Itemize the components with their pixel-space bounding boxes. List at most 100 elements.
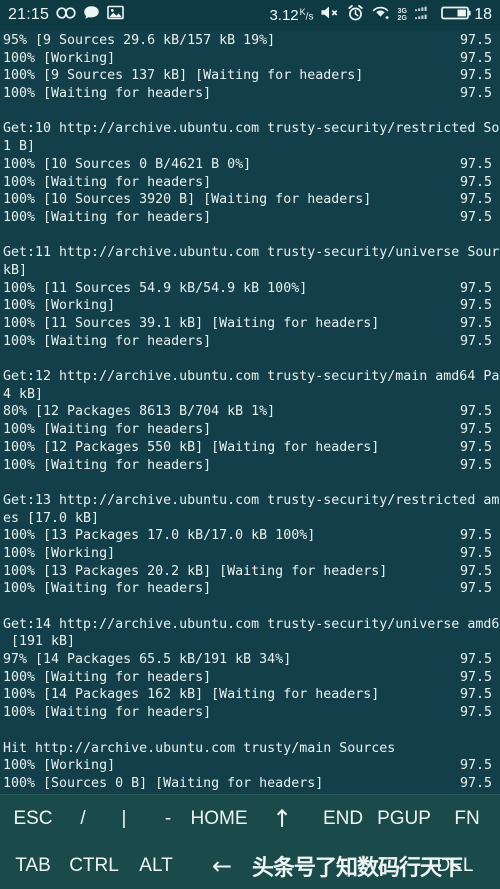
key-ctrl[interactable]: CTRL [69, 855, 119, 877]
terminal-line: [191 kB] [3, 633, 496, 651]
terminal-line-right-value: 97.5 [459, 457, 492, 473]
key-arrow-left[interactable]: ← [212, 852, 232, 880]
network-speed-unit-numerator: K [299, 7, 306, 18]
key-esc[interactable]: ESC [13, 808, 52, 830]
terminal-line-right-value: 97.5 [459, 669, 492, 685]
terminal-line: 100% [13 Packages 17.0 kB/17.0 kB 100%] 9… [3, 527, 496, 545]
network-speed-unit-denominator: s [308, 11, 314, 23]
terminal-line-text: es [17.0 kB] [3, 510, 100, 526]
terminal-line: Get:11 http://archive.ubuntu.com trusty-… [3, 244, 500, 262]
wifi-icon [371, 5, 390, 25]
terminal-line: 100% [Waiting for headers] 97.5 [3, 669, 496, 687]
chat-bubble-icon [83, 5, 100, 25]
virtual-keyboard-bar: ESC / | - HOME ↑ END PGUP FN 头条号了知数码行天下 TAB CTRL A… [0, 794, 500, 889]
terminal-line: 100% [Waiting for headers] 97.5 [3, 333, 496, 351]
terminal-line: 100% [Working] 97.5 [3, 757, 496, 775]
terminal-line: 100% [Waiting for headers] 97.5 [3, 85, 496, 103]
terminal-line-text: 100% [Waiting for headers] [3, 174, 212, 190]
terminal-line: Get:10 http://archive.ubuntu.com trusty-… [3, 120, 500, 138]
network-speed: 3.12 K/s [269, 7, 313, 24]
terminal-line: Get:13 http://archive.ubuntu.com trusty-… [3, 492, 500, 510]
watermark-text: 头条号了知数码行天下 [252, 855, 463, 881]
terminal-line-text: 100% [9 Sources 137 kB] [Waiting for hea… [3, 68, 364, 84]
terminal-line: 100% [9 Sources 137 kB] [Waiting for hea… [3, 67, 496, 85]
terminal-line: 100% [Waiting for headers] 97.5 [3, 421, 496, 439]
key-home[interactable]: HOME [191, 808, 248, 830]
terminal-line-text: 100% [Waiting for headers] [3, 669, 212, 685]
terminal-line: 100% [11 Sources 54.9 kB/54.9 kB 100%] 97… [3, 280, 496, 298]
terminal-line-right-value: 97.5 [459, 68, 492, 84]
terminal-line-right-value: 97.5 [459, 86, 492, 102]
terminal-line-right-value: 97.5 [459, 404, 492, 420]
terminal-line-text: Get:11 http://archive.ubuntu.com trusty-… [3, 245, 500, 261]
terminal-line: Get:14 http://archive.ubuntu.com trusty-… [3, 616, 500, 634]
terminal-line-text: 100% [Working] [3, 545, 116, 561]
terminal-line-text: 100% [Waiting for headers] [3, 422, 212, 438]
key-del[interactable]: DEL [437, 855, 474, 877]
key-fn[interactable]: FN [454, 808, 479, 830]
terminal-line-text: 1 B] [3, 139, 36, 155]
terminal-line-right-value: 97.5 [459, 528, 492, 544]
terminal-line: 100% [Waiting for headers] 97.5 [3, 580, 496, 598]
key-minus[interactable]: - [165, 808, 171, 830]
terminal-line: 100% [Sources 0 B] [Waiting for headers]… [3, 775, 496, 793]
terminal-line-text: 97% [14 Packages 65.5 kB/191 kB 34%] [3, 652, 292, 668]
key-pipe[interactable]: | [122, 808, 127, 830]
terminal-line: 100% [10 Sources 3920 B] [Waiting for he… [3, 191, 496, 209]
terminal-line: 100% [Waiting for headers] 97.5 [3, 457, 496, 475]
terminal-line: kB] [3, 262, 496, 280]
terminal-line: 80% [12 Packages 8613 B/704 kB 1%] 97.5 [3, 403, 496, 421]
terminal-line-text: 100% [Waiting for headers] [3, 333, 212, 349]
terminal-line-text: Get:13 http://archive.ubuntu.com trusty-… [3, 492, 500, 508]
status-bar: 21:15 3.12 K/s 3G 2G 18 [0, 0, 500, 30]
terminal-output[interactable]: 95% [9 Sources 29.6 kB/157 kB 19%] 97.5 10… [0, 30, 500, 794]
terminal-line-text: 100% [10 Sources 0 B/4621 B 0%] [3, 156, 252, 172]
terminal-line-right-value: 97.5 [459, 156, 492, 172]
alarm-clock-icon [347, 4, 364, 26]
terminal-line-text: 100% [12 Packages 550 kB] [Waiting for h… [3, 439, 380, 455]
terminal-line-right-value: 97.5 [459, 50, 492, 66]
terminal-line-right-value: 97.5 [459, 174, 492, 190]
key-slash[interactable]: / [80, 808, 85, 830]
terminal-line-right-value: 97.5 [459, 209, 492, 225]
terminal-line-right-value: 97.5 [459, 652, 492, 668]
terminal-line-text: 100% [Waiting for headers] [3, 581, 212, 597]
terminal-line-text: 100% [13 Packages 17.0 kB/17.0 kB 100%] [3, 528, 316, 544]
terminal-line-text: 100% [Waiting for headers] [3, 705, 212, 721]
terminal-line: 100% [Working] 97.5 [3, 545, 496, 563]
terminal-line-right-value: 97.5 [459, 581, 492, 597]
terminal-line: 100% [Working] 97.5 [3, 297, 496, 315]
key-tab[interactable]: TAB [15, 855, 51, 877]
terminal-line-text: 100% [13 Packages 20.2 kB] [Waiting for … [3, 563, 388, 579]
terminal-line-right-value: 97.5 [459, 545, 492, 561]
key-pgup[interactable]: PGUP [377, 808, 431, 830]
network-3g-label: 3G [397, 8, 408, 15]
terminal-line-text: 100% [Waiting for headers] [3, 209, 212, 225]
terminal-line-right-value: 97.5 [459, 439, 492, 455]
terminal-line-text: 100% [Sources 0 B] [Waiting for headers] [3, 775, 324, 791]
terminal-line-text: 100% [Working] [3, 758, 116, 774]
terminal-line: 95% [9 Sources 29.6 kB/157 kB 19%] 97.5 [3, 32, 496, 50]
key-end[interactable]: END [323, 808, 363, 830]
terminal-line: 100% [Waiting for headers] 97.5 [3, 209, 496, 227]
terminal-line-right-value: 97.5 [459, 298, 492, 314]
terminal-line-right-value: 97.5 [459, 33, 492, 48]
terminal-line-text: 100% [Working] [3, 298, 116, 314]
terminal-line-text: [191 kB] [3, 634, 76, 650]
terminal-line-text: 100% [11 Sources 54.9 kB/54.9 kB 100%] [3, 280, 308, 296]
network-speed-value: 3.12 [269, 6, 299, 24]
status-bar-right: 3.12 K/s 3G 2G 18 [269, 4, 492, 26]
terminal-line: 100% [Working] 97.5 [3, 50, 496, 68]
phone-screen: 21:15 3.12 K/s 3G 2G 18 95% [9 Sources 2… [0, 0, 500, 889]
key-arrow-up[interactable]: ↑ [272, 805, 292, 833]
mobile-network-icon: 3G 2G [397, 8, 407, 22]
signal-bars-icon [414, 5, 434, 26]
terminal-line-text: 100% [11 Sources 39.1 kB] [Waiting for h… [3, 316, 380, 331]
key-alt[interactable]: ALT [139, 855, 172, 877]
mute-icon [320, 5, 340, 25]
terminal-line-right-value: 97.5 [459, 316, 492, 331]
